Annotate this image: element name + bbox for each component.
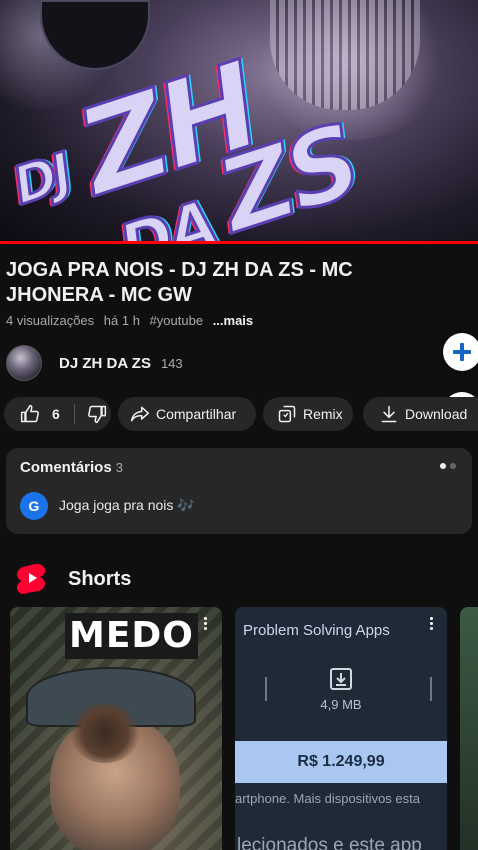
share-arrow-icon: [130, 406, 150, 422]
video-progress-fill: [0, 241, 478, 244]
thumbnail-logo-text: DJ: [5, 142, 78, 219]
shorts-title: Shorts: [68, 567, 132, 590]
channel-avatar[interactable]: [6, 345, 42, 381]
commenter-avatar: G: [20, 492, 48, 520]
view-count: 4 visualizações: [6, 313, 95, 328]
video-metadata[interactable]: 4 visualizações há 1 h #youtube ...mais: [6, 313, 259, 328]
price-button[interactable]: R$ 1.249,99: [235, 741, 447, 783]
plus-icon: [453, 343, 471, 361]
ad-download-info: 4,9 MB: [235, 667, 447, 712]
video-title: JOGA PRA NOIS - DJ ZH DA ZS - MC JHONERA…: [6, 259, 353, 306]
carousel-dot-active: [440, 463, 446, 469]
ad-description: lecionados e este app: [237, 835, 422, 850]
remix-label: Remix: [303, 406, 343, 422]
download-button[interactable]: Download: [363, 397, 478, 431]
subscriber-count: 143: [160, 355, 183, 371]
comments-section[interactable]: Comentários 3 G Joga joga pra nois 🎶: [6, 448, 472, 534]
chip-divider: [73, 404, 75, 424]
file-size: 4,9 MB: [320, 697, 362, 712]
top-comment-text: Joga joga pra nois 🎶: [59, 497, 195, 513]
short-thumbnail-spider: [70, 703, 140, 763]
channel-row[interactable]: DJ ZH DA ZS 143: [6, 345, 183, 381]
carousel-dot: [450, 463, 456, 469]
carousel-indicator: [440, 463, 456, 469]
remix-icon: [278, 405, 296, 423]
comments-header: Comentários 3: [20, 459, 123, 476]
video-player[interactable]: DJ ZH DA ZS: [0, 0, 478, 244]
download-label: Download: [405, 406, 468, 422]
hashtag-link[interactable]: #youtube: [150, 313, 204, 328]
short-overlay-text: MEDO: [65, 613, 198, 659]
video-progress-bar[interactable]: [0, 241, 478, 244]
download-box-icon: [330, 668, 352, 690]
thumbs-down-icon[interactable]: [87, 404, 107, 424]
ad-title: Problem Solving Apps: [243, 622, 390, 639]
more-options-icon[interactable]: [202, 617, 208, 630]
shorts-logo-icon: [16, 564, 46, 595]
upload-age: há 1 h: [103, 313, 140, 328]
share-label: Compartilhar: [156, 406, 237, 422]
ad-description: artphone. Mais dispositivos esta: [235, 791, 420, 806]
remix-button[interactable]: Remix: [263, 397, 353, 431]
more-description-link[interactable]: ...mais: [213, 313, 253, 328]
zoom-in-button[interactable]: [443, 333, 478, 371]
like-count: 6: [52, 406, 60, 422]
like-dislike-chip[interactable]: 6: [4, 397, 111, 431]
short-card[interactable]: [460, 607, 478, 850]
download-icon: [381, 405, 397, 423]
shorts-header: Shorts: [16, 562, 131, 596]
share-button[interactable]: Compartilhar: [118, 397, 256, 431]
comments-count: 3: [115, 460, 123, 475]
channel-name[interactable]: DJ ZH DA ZS: [59, 355, 151, 372]
short-card[interactable]: MEDO: [10, 607, 222, 850]
short-card-ad[interactable]: Problem Solving Apps 4,9 MB R$ 1.249,99 …: [235, 607, 447, 850]
thumbs-up-icon[interactable]: [20, 404, 40, 424]
more-options-icon[interactable]: [428, 617, 434, 630]
comments-title: Comentários: [20, 459, 112, 476]
